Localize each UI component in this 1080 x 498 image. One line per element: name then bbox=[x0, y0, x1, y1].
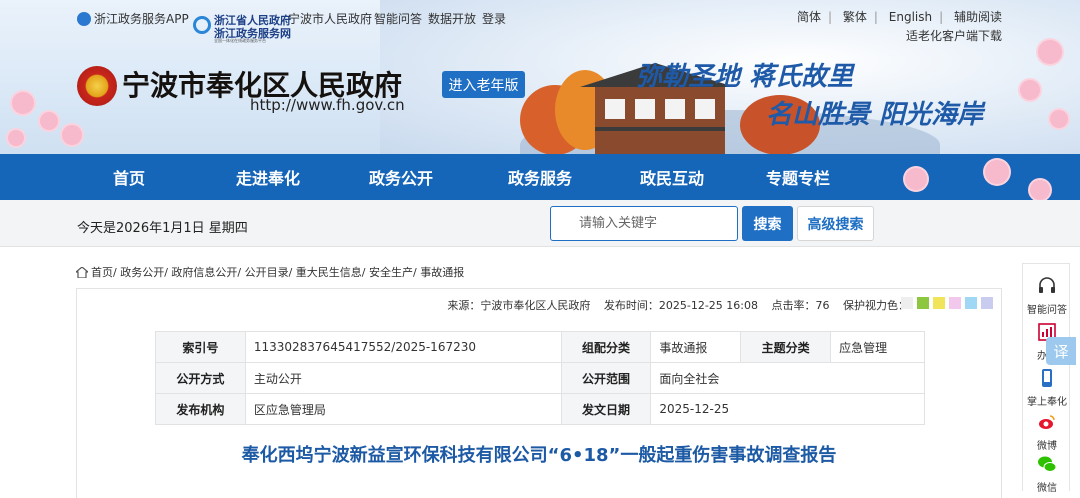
translate-button[interactable]: 译 bbox=[1046, 337, 1076, 365]
elder-mode-button[interactable]: 进入老年版 bbox=[442, 71, 525, 98]
zj-gov-logo[interactable]: 浙江省人民政府 浙江政务服务网 全国一体化在线政务服务平台 bbox=[193, 12, 291, 43]
breadcrumb-path[interactable]: 首页/ 政务公开/ 政府信息公开/ 公开目录/ 重大民生信息/ 安全生产/ 事故… bbox=[91, 264, 464, 280]
zj-app-link[interactable]: 浙江政务服务APP bbox=[77, 10, 189, 27]
eye-care-swatch[interactable] bbox=[901, 297, 913, 309]
lang-simplified[interactable]: 简体 bbox=[797, 10, 821, 24]
eye-care-swatch[interactable] bbox=[965, 297, 977, 309]
elder-client-download[interactable]: 适老化客户端下载 bbox=[906, 27, 1002, 44]
nav-interaction[interactable]: 政民互动 bbox=[626, 154, 718, 200]
eye-care-swatch[interactable] bbox=[949, 297, 961, 309]
blossom-decoration bbox=[1030, 180, 1050, 200]
today-date: 今天是2026年1月1日 星期四 bbox=[77, 221, 248, 236]
link-ningbo-gov[interactable]: 宁波市人民政府 bbox=[288, 10, 372, 27]
eye-care-swatch[interactable] bbox=[981, 297, 993, 309]
sidebar-wechat[interactable]: 微信 bbox=[1023, 454, 1071, 494]
app-icon bbox=[77, 11, 91, 26]
table-row: 发布机构 区应急管理局 发文日期 2025-12-25 bbox=[155, 393, 925, 425]
meta-clicks: 点击率：76 bbox=[771, 299, 830, 312]
nav-home[interactable]: 首页 bbox=[89, 154, 169, 200]
article-title: 奉化西坞宁波新益宣环保科技有限公司“6•18”一般起重伤害事故调查报告 bbox=[241, 445, 837, 466]
nav-special-topics[interactable]: 专题专栏 bbox=[752, 154, 844, 200]
headset-icon bbox=[1039, 277, 1055, 293]
link-login[interactable]: 登录 bbox=[482, 10, 506, 27]
blossom-decoration bbox=[12, 92, 34, 114]
header-banner: 浙江政务服务APP 浙江省人民政府 浙江政务服务网 全国一体化在线政务服务平台 … bbox=[0, 0, 1080, 154]
link-smart-qa[interactable]: 智能问答 bbox=[374, 10, 422, 27]
info-bar: 今天是2026年1月1日 星期四 请输入关键字 搜索 高级搜索 bbox=[0, 200, 1080, 247]
table-value: 113302837645417552/2025-167230 bbox=[244, 331, 562, 363]
zj-logo-icon bbox=[193, 16, 211, 34]
nav-about-fenghua[interactable]: 走进奉化 bbox=[222, 154, 314, 200]
article-meta: 来源：宁波市奉化区人民政府 发布时间：2025-12-25 16:08 点击率：… bbox=[437, 297, 909, 313]
table-value: 事故通报 bbox=[650, 331, 742, 363]
info-table: 索引号 113302837645417552/2025-167230 组配分类 … bbox=[155, 331, 925, 425]
sidebar-label: 微博 bbox=[1037, 441, 1057, 452]
table-value: 区应急管理局 bbox=[244, 393, 562, 425]
table-value: 2025-12-25 bbox=[650, 393, 925, 425]
sidebar-weibo[interactable]: 微博 bbox=[1023, 412, 1071, 452]
table-key: 发布机构 bbox=[155, 393, 246, 425]
app-label: 浙江政务服务APP bbox=[94, 12, 189, 26]
assist-reading[interactable]: 辅助阅读 bbox=[954, 10, 1002, 24]
blossom-decoration bbox=[62, 125, 82, 145]
table-key: 发文日期 bbox=[560, 393, 652, 425]
sidebar-mobile-fenghua[interactable]: 掌上奉化 bbox=[1023, 368, 1071, 408]
home-icon[interactable] bbox=[76, 266, 88, 278]
meta-time: 发布时间：2025-12-25 16:08 bbox=[603, 299, 758, 312]
meta-source: 来源：宁波市奉化区人民政府 bbox=[447, 299, 591, 312]
table-value: 面向全社会 bbox=[650, 362, 925, 394]
table-key: 公开方式 bbox=[155, 362, 246, 394]
language-switch: 简体 | 繁体 | English | 辅助阅读 bbox=[796, 10, 1002, 24]
blossom-decoration bbox=[8, 130, 24, 146]
wechat-icon bbox=[1038, 456, 1057, 472]
weibo-icon bbox=[1039, 415, 1055, 429]
zj-logo-line3: 全国一体化在线政务服务平台 bbox=[214, 38, 266, 43]
breadcrumb: 首页/ 政务公开/ 政府信息公开/ 公开目录/ 重大民生信息/ 安全生产/ 事故… bbox=[76, 264, 464, 280]
lang-english[interactable]: English bbox=[889, 10, 932, 24]
eye-care-swatch[interactable] bbox=[917, 297, 929, 309]
table-row: 索引号 113302837645417552/2025-167230 组配分类 … bbox=[155, 331, 925, 363]
table-value: 应急管理 bbox=[830, 331, 925, 363]
search-button[interactable]: 搜索 bbox=[742, 206, 793, 241]
search-input[interactable]: 请输入关键字 bbox=[550, 206, 738, 241]
eye-care-swatch[interactable] bbox=[933, 297, 945, 309]
article-panel: 来源：宁波市奉化区人民政府 发布时间：2025-12-25 16:08 点击率：… bbox=[76, 288, 1002, 498]
table-key: 公开范围 bbox=[560, 362, 652, 394]
nav-gov-affairs[interactable]: 政务公开 bbox=[355, 154, 447, 200]
blossom-decoration bbox=[905, 168, 927, 190]
slogan-line2: 名山胜景 阳光海岸 bbox=[766, 100, 984, 130]
right-sidebar: 智能问答 办件 掌上奉化 微博 微信 bbox=[1022, 263, 1071, 494]
national-emblem-icon bbox=[77, 66, 117, 106]
lang-traditional[interactable]: 繁体 bbox=[843, 10, 867, 24]
table-value: 主动公开 bbox=[244, 362, 562, 394]
nav-gov-services[interactable]: 政务服务 bbox=[494, 154, 586, 200]
sidebar-label: 掌上奉化 bbox=[1027, 397, 1067, 408]
site-url: http://www.fh.gov.cn bbox=[250, 96, 405, 114]
table-key: 索引号 bbox=[155, 331, 246, 363]
advanced-search-button[interactable]: 高级搜索 bbox=[797, 206, 874, 241]
slogan-line1: 弥勒圣地 蒋氏故里 bbox=[636, 62, 854, 92]
link-open-data[interactable]: 数据开放 bbox=[428, 10, 476, 27]
blossom-decoration bbox=[1020, 80, 1040, 100]
blossom-decoration bbox=[985, 160, 1009, 184]
sidebar-label: 智能问答 bbox=[1027, 305, 1067, 316]
blossom-decoration bbox=[1050, 110, 1068, 128]
blossom-decoration bbox=[1038, 40, 1062, 64]
table-key: 组配分类 bbox=[560, 331, 652, 363]
sidebar-label: 微信 bbox=[1037, 483, 1057, 494]
blossom-decoration bbox=[40, 112, 58, 130]
mobile-icon bbox=[1042, 369, 1052, 387]
table-row: 公开方式 主动公开 公开范围 面向全社会 bbox=[155, 362, 925, 394]
sidebar-smart-qa[interactable]: 智能问答 bbox=[1023, 276, 1071, 316]
table-key: 主题分类 bbox=[740, 331, 832, 363]
meta-eye-care: 保护视力色： bbox=[843, 299, 909, 312]
eye-care-swatches bbox=[901, 297, 993, 309]
